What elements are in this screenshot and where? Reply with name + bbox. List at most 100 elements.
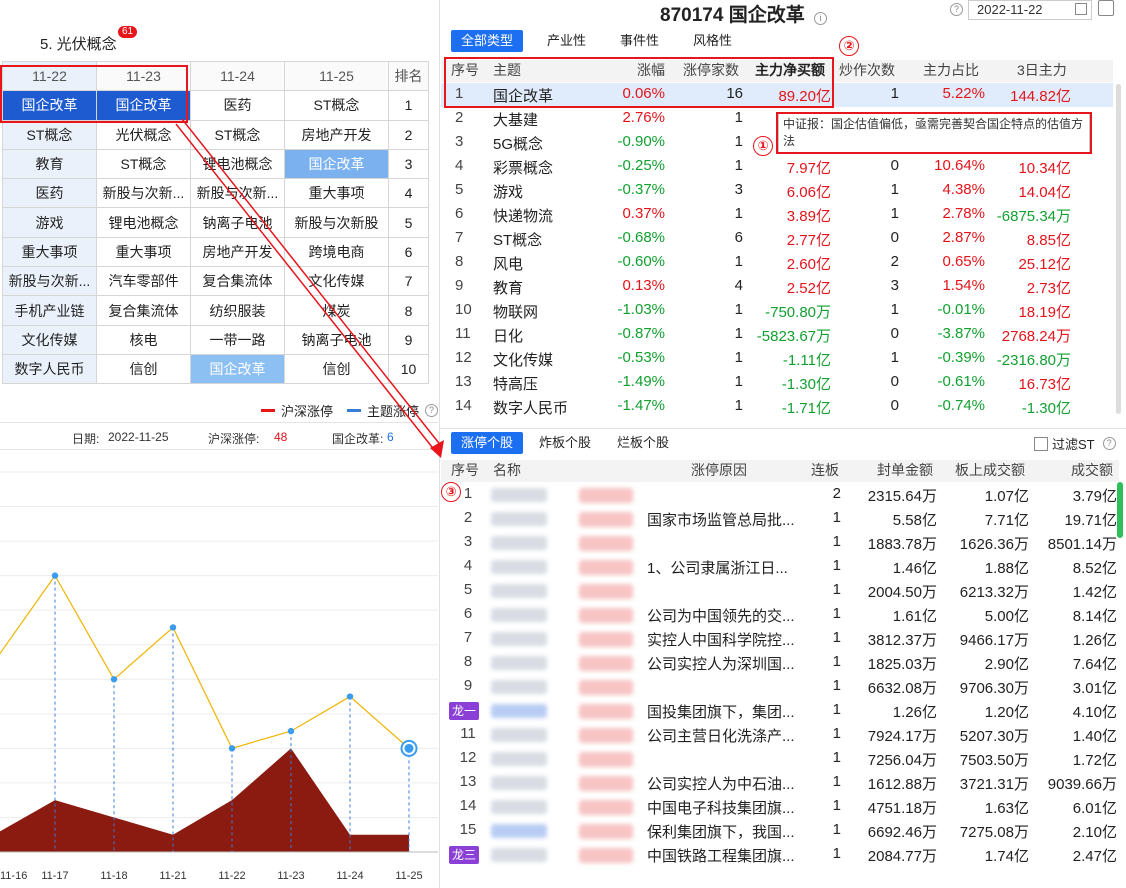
rank-theme-cell[interactable]: 锂电池概念 [190, 148, 285, 180]
stock-name-blurred[interactable] [491, 656, 547, 670]
theme-row[interactable]: 8 风电 -0.60% 1 2.60亿 2 0.65% 25.12亿 [441, 251, 1113, 275]
col-index[interactable]: 序号 [451, 460, 479, 480]
help-icon[interactable]: ? [425, 404, 438, 417]
rank-theme-cell[interactable]: 重大事项 [2, 236, 97, 268]
stock-row[interactable]: 5 1 2004.50万 6213.32万 1.42亿 [441, 579, 1119, 603]
theme-row[interactable]: 11 日化 -0.87% 1 -5823.67万 0 -3.87% 2768.24万 [441, 323, 1113, 347]
share-icon[interactable] [1098, 0, 1114, 16]
rank-theme-cell[interactable]: 钠离子电池 [190, 207, 285, 238]
tab-event[interactable]: 事件性 [610, 30, 669, 52]
stock-row[interactable]: 1 2 2315.64万 1.07亿 3.79亿 [441, 483, 1119, 507]
stock-name-blurred[interactable] [491, 560, 547, 574]
filter-st[interactable]: 过滤ST ? [1034, 434, 1116, 453]
rank-theme-cell[interactable]: 一带一路 [190, 324, 285, 355]
stock-name-blurred[interactable] [491, 776, 547, 790]
theme-row[interactable]: 9 教育 0.13% 4 2.52亿 3 1.54% 2.73亿 [441, 275, 1113, 299]
theme-row[interactable]: 4 彩票概念 -0.25% 1 7.97亿 0 10.64% 10.34亿 [441, 155, 1113, 179]
stock-scrollbar[interactable] [1117, 482, 1123, 538]
theme-row[interactable]: 14 数字人民币 -1.47% 1 -1.71亿 0 -0.74% -1.30亿 [441, 395, 1113, 419]
stock-name-blurred[interactable] [491, 824, 547, 838]
rank-theme-cell[interactable]: 煤炭 [284, 295, 389, 326]
rank-theme-cell[interactable]: 新股与次新... [96, 178, 191, 209]
stock-row[interactable]: 13 公司实控人为中石油... 1 1612.88万 3721.31万 9039.66万 [441, 771, 1119, 795]
stock-name-blurred[interactable] [491, 728, 547, 742]
theme-row[interactable]: 12 文化传媒 -0.53% 1 -1.11亿 1 -0.39% -2316.80万 [441, 347, 1113, 371]
rank-theme-cell[interactable]: 房地产开发 [190, 236, 285, 268]
rank-theme-cell[interactable]: 教育 [2, 148, 97, 180]
help-icon[interactable]: ? [1102, 437, 1116, 450]
rank-theme-cell[interactable]: 新股与次新... [2, 266, 97, 297]
stock-row[interactable]: 12 1 7256.04万 7503.50万 1.72亿 [441, 747, 1119, 771]
calendar-icon[interactable] [1075, 3, 1087, 15]
tab-broken[interactable]: 炸板个股 [529, 432, 601, 454]
rank-theme-cell[interactable]: 手机产业链 [2, 295, 97, 326]
stock-row[interactable]: 6 公司为中国领先的交... 1 1.61亿 5.00亿 8.14亿 [441, 603, 1119, 627]
theme-row[interactable]: 10 物联网 -1.03% 1 -750.80万 1 -0.01% 18.19亿 [441, 299, 1113, 323]
stock-name-blurred[interactable] [491, 752, 547, 766]
rank-theme-cell[interactable]: ST概念 [2, 119, 97, 150]
rank-col-header[interactable]: 11-25 [284, 60, 389, 92]
tab-weak[interactable]: 烂板个股 [607, 432, 679, 454]
rank-theme-cell[interactable]: 房地产开发 [284, 119, 389, 150]
rank-theme-cell[interactable]: ST概念 [96, 148, 191, 180]
tab-limit-up[interactable]: 涨停个股 [451, 432, 524, 454]
stock-name-blurred[interactable] [491, 632, 547, 646]
stock-row[interactable]: 11 公司主营日化洗涤产... 1 7924.17万 5207.30万 1.40亿 [441, 723, 1119, 747]
rank-theme-cell[interactable]: ST概念 [190, 119, 285, 150]
theme-row[interactable]: 5 游戏 -0.37% 3 6.06亿 1 4.38% 14.04亿 [441, 179, 1113, 203]
theme-scrollbar[interactable] [1116, 84, 1121, 414]
rank-theme-cell[interactable]: 纺织服装 [190, 295, 285, 326]
date-picker[interactable]: 2022-11-22 [968, 0, 1092, 20]
rank-theme-cell[interactable]: 信创 [284, 353, 389, 385]
stock-row[interactable]: 7 实控人中国科学院控... 1 3812.37万 9466.17万 1.26亿 [441, 627, 1119, 651]
rank-theme-cell[interactable]: 文化传媒 [284, 266, 389, 297]
rank-theme-cell[interactable]: 医药 [2, 178, 97, 209]
rank-theme-cell[interactable]: 文化传媒 [2, 324, 97, 355]
col-reason[interactable]: 涨停原因 [691, 460, 747, 480]
stock-name-blurred[interactable] [491, 800, 547, 814]
stock-name-blurred[interactable] [491, 584, 547, 598]
rank-theme-cell[interactable]: 新股与次新股 [284, 207, 389, 238]
col-name[interactable]: 名称 [493, 460, 521, 480]
rank-theme-cell[interactable]: 锂电池概念 [96, 207, 191, 238]
stock-row[interactable]: 8 公司实控人为深圳国... 1 1825.03万 2.90亿 7.64亿 [441, 651, 1119, 675]
stock-row[interactable]: 15 保利集团旗下，我国... 1 6692.46万 7275.08万 2.10亿 [441, 819, 1119, 843]
help-icon[interactable]: ? [950, 3, 963, 16]
rank-theme-cell[interactable]: 复合集流体 [96, 295, 191, 326]
col-seal-amount[interactable]: 封单金额 [877, 460, 933, 480]
rank-theme-cell[interactable]: ST概念 [284, 90, 389, 121]
rank-theme-cell[interactable]: 国企改革 [284, 148, 389, 180]
rank-theme-cell[interactable]: 跨境电商 [284, 236, 389, 268]
rank-theme-cell[interactable]: 国企改革 [190, 353, 285, 385]
rank-theme-cell[interactable]: 数字人民币 [2, 353, 97, 385]
rank-theme-cell[interactable]: 重大事项 [284, 178, 389, 209]
rank-theme-cell[interactable]: 重大事项 [96, 236, 191, 268]
rank-theme-cell[interactable]: 医药 [190, 90, 285, 121]
stock-row[interactable]: 3 1 1883.78万 1626.36万 8501.14万 [441, 531, 1119, 555]
rank-theme-cell[interactable]: 汽车零部件 [96, 266, 191, 297]
stock-row[interactable]: 2 国家市场监管总局批... 1 5.58亿 7.71亿 19.71亿 [441, 507, 1119, 531]
rank-theme-cell[interactable]: 核电 [96, 324, 191, 355]
stock-name-blurred[interactable] [491, 848, 547, 862]
col-main-ratio[interactable]: 主力占比 [923, 60, 979, 80]
stock-name-blurred[interactable] [491, 680, 547, 694]
rank-theme-cell[interactable]: 新股与次新... [190, 178, 285, 209]
rank-col-header[interactable]: 11-24 [190, 60, 285, 92]
info-icon[interactable]: i [813, 12, 827, 25]
stock-row[interactable]: 龙一 国投集团旗下，集团... 1 1.26亿 1.20亿 4.10亿 [441, 699, 1119, 723]
col-turnover[interactable]: 成交额 [1071, 460, 1113, 480]
stock-name-blurred[interactable] [491, 536, 547, 550]
stock-row[interactable]: 4 1、公司隶属浙江日... 1 1.46亿 1.88亿 8.52亿 [441, 555, 1119, 579]
limit-up-chart[interactable]: 11-16 11-17 11-18 11-21 11-22 11-23 11-24 11-25 [0, 452, 438, 888]
stock-row[interactable]: 14 中国电子科技集团旗... 1 4751.18万 1.63亿 6.01亿 [441, 795, 1119, 819]
col-3day-main[interactable]: 3日主力 [1017, 60, 1067, 80]
stock-name-blurred[interactable] [491, 704, 547, 718]
col-streak[interactable]: 连板 [811, 460, 839, 480]
filter-st-checkbox[interactable] [1034, 436, 1048, 451]
rank-theme-cell[interactable]: 光伏概念 [96, 119, 191, 150]
rank-theme-cell[interactable]: 复合集流体 [190, 266, 285, 297]
tab-all-types[interactable]: 全部类型 [451, 30, 524, 52]
stock-row[interactable]: 龙三 中国铁路工程集团旗... 1 2084.77万 1.74亿 2.47亿 [441, 843, 1119, 867]
tab-style[interactable]: 风格性 [683, 30, 742, 52]
rank-theme-cell[interactable]: 信创 [96, 353, 191, 385]
